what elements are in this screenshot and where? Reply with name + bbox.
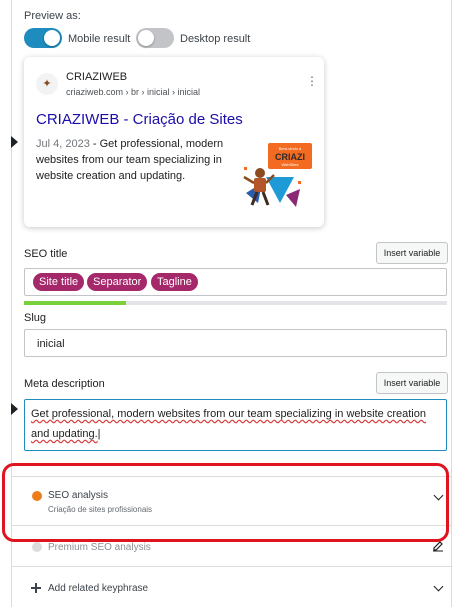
- seo-title-label: SEO title: [24, 248, 68, 260]
- more-options-icon[interactable]: ⋮: [306, 75, 318, 87]
- premium-seo-analysis-title: Premium SEO analysis: [48, 542, 151, 553]
- meta-description-text: Get professional, modern websites from o…: [31, 408, 426, 440]
- chip-separator[interactable]: Separator: [87, 273, 148, 291]
- desktop-result-toggle[interactable]: [136, 28, 174, 48]
- chevron-down-icon[interactable]: [433, 581, 444, 592]
- meta-description-input[interactable]: Get professional, modern websites from o…: [24, 399, 447, 451]
- seo-analysis-title: SEO analysis: [48, 490, 109, 501]
- seo-title-insert-variable-button[interactable]: Insert variable: [376, 242, 448, 264]
- google-preview-card: ✦ CRIAZIWEB criaziweb.com › br › inicial…: [24, 57, 324, 227]
- result-title[interactable]: CRIAZIWEB - Criação de Sites: [36, 111, 243, 128]
- desktop-result-label[interactable]: Desktop result: [180, 33, 250, 45]
- seo-analysis-status-icon: [32, 491, 42, 501]
- mobile-result-toggle[interactable]: [24, 28, 62, 48]
- slug-label: Slug: [24, 312, 47, 324]
- progress-fill: [24, 301, 126, 305]
- preview-as-label: Preview as:: [24, 10, 81, 22]
- result-snippet: Jul 4, 2023 - Get professional, modern w…: [36, 136, 236, 184]
- add-related-keyphrase-section[interactable]: Add related keyphrase: [12, 574, 451, 602]
- site-url: criaziweb.com › br › inicial › inicial: [66, 87, 201, 97]
- meta-insert-variable-button[interactable]: Insert variable: [376, 372, 448, 394]
- site-name: CRIAZIWEB: [66, 71, 128, 83]
- result-date: Jul 4, 2023: [36, 138, 90, 150]
- toggle-knob: [138, 30, 154, 46]
- slug-value: inicial: [37, 338, 65, 350]
- premium-seo-analysis-section[interactable]: Premium SEO analysis: [12, 534, 451, 560]
- chip-tagline[interactable]: Tagline: [151, 273, 198, 291]
- mobile-result-label[interactable]: Mobile result: [68, 33, 130, 45]
- seo-title-length-progress: [24, 301, 447, 305]
- slug-input[interactable]: inicial: [24, 329, 447, 357]
- edit-icon[interactable]: [432, 540, 444, 552]
- thumbnail-image: Bem-vindo à CRIAZI WebSites: [243, 143, 312, 207]
- chevron-down-icon[interactable]: [433, 490, 444, 501]
- snippet-pointer-icon: [11, 136, 18, 148]
- thumb-line3: WebSites: [281, 162, 298, 167]
- chip-site-title[interactable]: Site title: [33, 273, 85, 291]
- divider: [12, 525, 451, 526]
- date-separator: -: [89, 138, 100, 150]
- add-related-keyphrase-title: Add related keyphrase: [48, 583, 149, 594]
- seo-analysis-subtitle: Criação de sites profissionais: [48, 505, 153, 514]
- toggle-knob: [44, 30, 60, 46]
- meta-description-label: Meta description: [24, 378, 105, 390]
- thumb-line2: CRIAZI: [275, 152, 305, 162]
- premium-status-icon: [32, 542, 42, 552]
- divider: [12, 566, 451, 567]
- thumb-line1: Bem-vindo à: [279, 146, 302, 151]
- meta-description-value: Get professional, modern websites from o…: [31, 404, 436, 444]
- seo-analysis-section[interactable]: SEO analysis Criação de sites profission…: [12, 477, 451, 525]
- meta-pointer-icon: [11, 403, 18, 415]
- plus-icon: [31, 583, 41, 593]
- site-favicon-icon: ✦: [36, 73, 58, 95]
- seo-title-input[interactable]: Site title Separator Tagline: [24, 268, 447, 296]
- text-cursor: |: [97, 428, 101, 440]
